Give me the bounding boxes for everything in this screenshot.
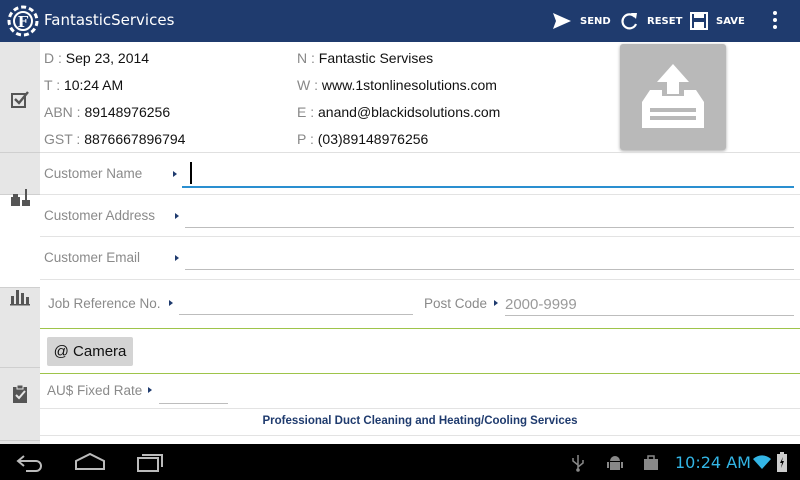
- save-label: SAVE: [716, 15, 745, 27]
- customer-address-label: Customer Address: [44, 208, 156, 223]
- company-name-label: N :: [297, 50, 315, 66]
- briefcase-icon: [644, 455, 658, 470]
- bar-chart-icon[interactable]: [9, 284, 31, 306]
- time-row: T : 10:24 AM: [44, 77, 123, 93]
- home-icon[interactable]: [74, 452, 106, 472]
- phone-value: (03)89148976256: [317, 131, 429, 147]
- company-name-value: Fantastic Servises: [318, 50, 434, 66]
- send-icon: [553, 13, 571, 29]
- fixed-rate-label: AU$ Fixed Rate: [47, 383, 143, 398]
- post-code-input[interactable]: [505, 294, 794, 316]
- job-reference-label: Job Reference No.: [48, 296, 161, 311]
- wifi-icon: [753, 455, 771, 469]
- gst-value: 8876667896794: [84, 131, 186, 147]
- abn-row: ABN : 89148976256: [44, 104, 170, 120]
- phone-row: P : (03)89148976256: [297, 131, 428, 147]
- back-icon[interactable]: [16, 452, 44, 472]
- arrow-icon: [169, 300, 173, 306]
- save-button[interactable]: SAVE: [690, 0, 745, 42]
- android-debug-icon: [607, 456, 623, 470]
- camera-button[interactable]: @ Camera: [47, 337, 133, 366]
- clipboard-check-icon[interactable]: [9, 383, 31, 405]
- post-code-label: Post Code: [424, 296, 488, 311]
- abn-label: ABN :: [44, 104, 81, 120]
- arrow-icon: [175, 213, 179, 219]
- text-caret: [190, 162, 192, 184]
- email-value: anand@blackidsolutions.com: [318, 104, 501, 120]
- checkbox-icon[interactable]: [9, 88, 31, 110]
- time-value: 10:24 AM: [63, 77, 124, 93]
- upload-icon: [642, 64, 704, 128]
- company-name-row: N : Fantastic Servises: [297, 50, 433, 66]
- usb-icon: [572, 455, 584, 472]
- arrow-icon: [148, 387, 152, 393]
- app-logo-icon[interactable]: F: [4, 2, 42, 40]
- section-rail: [0, 42, 40, 444]
- abn-value: 89148976256: [84, 104, 171, 120]
- fixed-rate-input[interactable]: [159, 386, 228, 404]
- date-value: Sep 23, 2014: [65, 50, 150, 66]
- action-bar: F FantasticServices SEND RESET SAVE: [0, 0, 800, 42]
- status-clock: 10:24 AM: [675, 453, 751, 472]
- system-nav-bar: 10:24 AM: [0, 444, 800, 480]
- reset-button[interactable]: RESET: [621, 0, 682, 42]
- app-screen: F FantasticServices SEND RESET SAVE D: …: [0, 0, 800, 480]
- customer-name-input[interactable]: [182, 168, 794, 188]
- recent-apps-icon[interactable]: [136, 452, 164, 472]
- date-label: D :: [44, 50, 62, 66]
- website-row: W : www.1stonlinesolutions.com: [297, 77, 497, 93]
- overflow-menu-icon[interactable]: [766, 9, 784, 33]
- company-tagline: Professional Duct Cleaning and Heating/C…: [262, 415, 578, 427]
- website-value: www.1stonlinesolutions.com: [321, 77, 497, 93]
- svg-text:F: F: [18, 13, 29, 31]
- email-row: E : anand@blackidsolutions.com: [297, 104, 500, 120]
- gst-row: GST : 8876667896794: [44, 131, 185, 147]
- arrow-icon: [494, 300, 498, 306]
- date-row: D : Sep 23, 2014: [44, 50, 149, 66]
- website-label: W :: [297, 77, 318, 93]
- send-label: SEND: [580, 15, 611, 27]
- arrow-icon: [175, 255, 179, 261]
- customer-email-label: Customer Email: [44, 250, 141, 265]
- app-title: FantasticServices: [44, 11, 175, 29]
- cleaning-tools-icon[interactable]: [9, 186, 31, 208]
- time-label: T :: [44, 77, 61, 93]
- upload-button[interactable]: [620, 44, 726, 150]
- job-reference-input[interactable]: [179, 297, 413, 315]
- phone-label: P :: [297, 131, 314, 147]
- email-label: E :: [297, 104, 315, 120]
- customer-email-input[interactable]: [185, 252, 794, 270]
- save-icon: [690, 12, 708, 30]
- gst-label: GST :: [44, 131, 81, 147]
- reset-label: RESET: [647, 15, 683, 27]
- customer-address-input[interactable]: [185, 210, 794, 228]
- battery-icon: [777, 452, 787, 472]
- refresh-icon: [621, 13, 638, 30]
- send-button[interactable]: SEND: [552, 0, 611, 42]
- arrow-icon: [173, 171, 177, 177]
- customer-name-label: Customer Name: [44, 166, 143, 181]
